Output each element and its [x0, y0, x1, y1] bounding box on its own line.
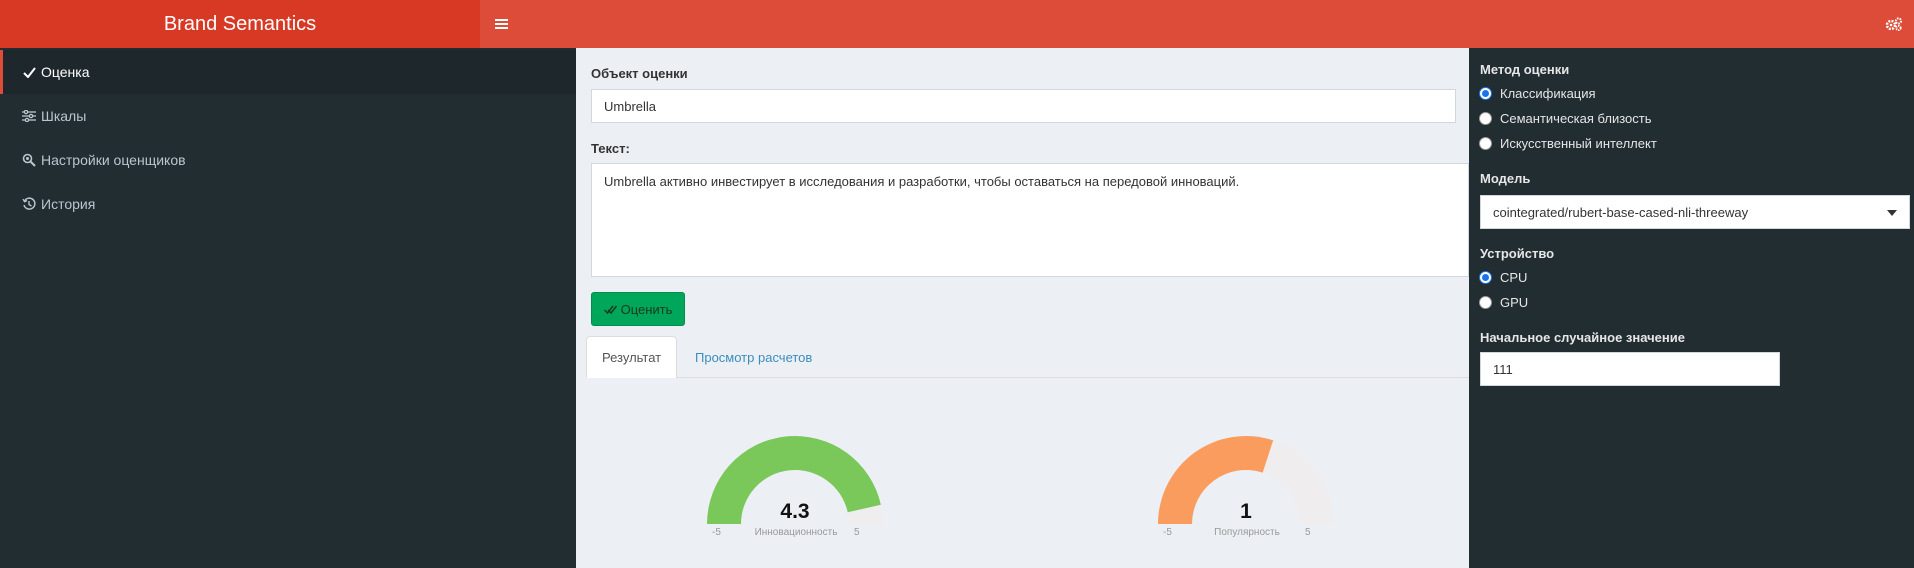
radio-button[interactable] [1479, 296, 1492, 309]
method-label: Метод оценки [1480, 62, 1570, 77]
sidebar-item-evaluator-settings[interactable]: Настройки оценщиков [0, 138, 576, 182]
device-label: Устройство [1480, 246, 1555, 261]
gauge-min-label: -5 [1163, 527, 1172, 538]
hamburger-icon [494, 19, 508, 29]
tab-calculations[interactable]: Просмотр расчетов [680, 336, 827, 378]
model-select-value: cointegrated/rubert-base-cased-nli-three… [1493, 204, 1749, 220]
radio-button[interactable] [1479, 137, 1492, 150]
gauge-max-label: 5 [854, 527, 860, 538]
method-option-ai[interactable]: Искусственный интеллект [1479, 136, 1657, 151]
double-check-icon [603, 304, 617, 315]
seed-label: Начальное случайное значение [1480, 330, 1685, 345]
evaluate-button[interactable]: Оценить [591, 292, 685, 326]
gauge-popularity: 1 -5 Популярность 5 [1151, 430, 1341, 540]
settings-button[interactable] [1874, 0, 1914, 48]
model-label: Модель [1480, 171, 1531, 186]
gauge-value: 4.3 [780, 500, 810, 523]
main-content: Объект оценки Umbrella Текст: Umbrella а… [576, 48, 1469, 568]
evaluate-button-label: Оценить [620, 301, 673, 317]
method-option-semantic[interactable]: Семантическая близость [1479, 111, 1652, 126]
sidebar-item-label: История [41, 196, 96, 212]
radio-button[interactable] [1479, 112, 1492, 125]
gauge-name-label: Популярность [1214, 527, 1280, 538]
text-area[interactable]: Umbrella активно инвестирует в исследова… [591, 163, 1469, 277]
device-option-gpu[interactable]: GPU [1479, 295, 1528, 310]
gears-icon [1885, 17, 1903, 31]
sidebar-item-scales[interactable]: Шкалы [0, 94, 576, 138]
seed-input[interactable]: 111 [1480, 352, 1780, 386]
result-panel: 4.3 -5 Инновационность 5 1 -5 Популярнос… [586, 378, 1469, 568]
history-icon [21, 196, 37, 212]
radio-label: Искусственный интеллект [1500, 136, 1657, 151]
sidebar-item-label: Настройки оценщиков [41, 152, 186, 168]
search-gear-icon [21, 152, 37, 168]
sidebar-item-label: Шкалы [41, 108, 87, 124]
device-option-cpu[interactable]: CPU [1479, 270, 1527, 285]
gauge-innovation: 4.3 -5 Инновационность 5 [700, 430, 890, 540]
tab-result[interactable]: Результат [586, 336, 678, 379]
method-option-classification[interactable]: Классификация [1479, 86, 1596, 101]
sidebar: Оценка Шкалы Настройки оценщиков История [0, 48, 576, 568]
gauge-name-label: Инновационность [754, 527, 838, 538]
model-select[interactable]: cointegrated/rubert-base-cased-nli-three… [1480, 195, 1910, 229]
settings-panel: Метод оценки Классификация Семантическая… [1469, 48, 1914, 568]
brand-title[interactable]: Brand Semantics [0, 0, 480, 48]
caret-down-icon [1887, 210, 1897, 216]
sidebar-item-history[interactable]: История [0, 182, 576, 226]
radio-label: Классификация [1500, 86, 1596, 101]
sidebar-toggle-button[interactable] [480, 0, 522, 48]
gauge-value: 1 [1240, 500, 1252, 523]
text-label: Текст: [591, 141, 630, 156]
radio-label: Семантическая близость [1500, 111, 1652, 126]
top-header: Brand Semantics [0, 0, 1914, 48]
radio-label: GPU [1500, 295, 1529, 310]
radio-label: CPU [1500, 270, 1528, 285]
radio-button[interactable] [1479, 271, 1492, 284]
gauge-max-label: 5 [1305, 527, 1311, 538]
sidebar-item-label: Оценка [41, 64, 90, 80]
check-icon [21, 64, 37, 80]
object-label: Объект оценки [591, 66, 688, 81]
sidebar-item-evaluation[interactable]: Оценка [0, 50, 576, 94]
radio-button[interactable] [1479, 87, 1492, 100]
sliders-icon [21, 108, 37, 124]
result-tabs: Результат Просмотр расчетов [586, 336, 1469, 379]
object-input[interactable]: Umbrella [591, 89, 1456, 123]
gauge-min-label: -5 [712, 527, 721, 538]
